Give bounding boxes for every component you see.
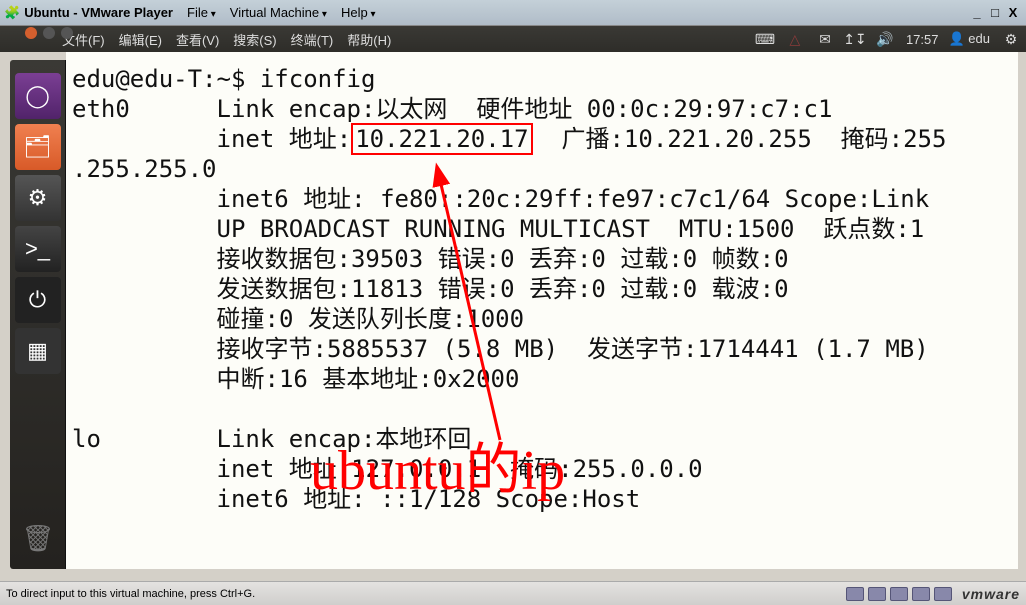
- keyboard-icon[interactable]: ⌨: [756, 30, 774, 48]
- menu-file[interactable]: File: [187, 5, 216, 20]
- output-line: 接收数据包:39503 错误:0 丢弃:0 过载:0 帧数:0: [72, 245, 789, 273]
- launcher-sidebar: ◯ 🗂 ⚙ >_ ⏻ ▦ 🗑: [10, 60, 66, 569]
- window-controls: [25, 27, 73, 39]
- gear-icon[interactable]: ⚙: [1002, 30, 1020, 48]
- minimize-button[interactable]: _: [968, 5, 986, 20]
- device-icon[interactable]: [846, 587, 864, 601]
- volume-icon[interactable]: 🔊: [876, 30, 894, 48]
- device-icon[interactable]: [912, 587, 930, 601]
- window-close-dot[interactable]: [25, 27, 37, 39]
- maximize-button[interactable]: □: [986, 5, 1004, 20]
- output-line: inet6 地址: ::1/128 Scope:Host: [72, 485, 640, 513]
- window-max-dot[interactable]: [61, 27, 73, 39]
- prompt: edu@edu-T:~$: [72, 65, 260, 93]
- mail-icon[interactable]: ✉: [816, 30, 834, 48]
- output-line: 接收字节:5885537 (5.8 MB) 发送字节:1714441 (1.7 …: [72, 335, 929, 363]
- ubuntu-menu-help[interactable]: 帮助(H): [347, 30, 391, 49]
- settings-icon[interactable]: ⚙: [15, 175, 61, 221]
- ubuntu-menu-search[interactable]: 搜索(S): [233, 30, 276, 49]
- status-hint: To direct input to this virtual machine,…: [6, 588, 255, 600]
- network-icon[interactable]: ↥↧: [846, 30, 864, 48]
- ubuntu-menu-terminal[interactable]: 终端(T): [291, 30, 334, 49]
- ubuntu-menu-edit[interactable]: 编辑(E): [119, 30, 162, 49]
- menu-virtual-machine[interactable]: Virtual Machine: [230, 5, 327, 20]
- trash-icon[interactable]: 🗑: [15, 515, 61, 561]
- output-line: 中断:16 基本地址:0x2000: [72, 365, 519, 393]
- device-icon[interactable]: [890, 587, 908, 601]
- device-icon[interactable]: [868, 587, 886, 601]
- output-line: inet 地址:127.0.0.1 掩码:255.0.0.0: [72, 455, 703, 483]
- highlighted-ip: 10.221.20.17: [351, 123, 532, 155]
- output-line: 广播:10.221.20.255 掩码:255: [533, 125, 947, 153]
- command: ifconfig: [260, 65, 376, 93]
- ubuntu-menubar: 文件(F) 编辑(E) 查看(V) 搜索(S) 终端(T) 帮助(H) ⌨ △ …: [0, 26, 1026, 52]
- vmware-statusbar: To direct input to this virtual machine,…: [0, 581, 1026, 605]
- output-line: 碰撞:0 发送队列长度:1000: [72, 305, 524, 333]
- user-menu[interactable]: 👤 edu: [948, 31, 990, 47]
- terminal-output[interactable]: edu@edu-T:~$ ifconfig eth0 Link encap:以太…: [66, 52, 1018, 569]
- close-button[interactable]: X: [1004, 5, 1022, 20]
- output-line: UP BROADCAST RUNNING MULTICAST MTU:1500 …: [72, 215, 924, 243]
- ubuntu-menu-view[interactable]: 查看(V): [176, 30, 219, 49]
- vmware-brand: vmware: [962, 586, 1020, 602]
- workspace-icon[interactable]: ▦: [15, 328, 61, 374]
- window-min-dot[interactable]: [43, 27, 55, 39]
- window-title: Ubuntu - VMware Player: [24, 5, 173, 20]
- menu-help[interactable]: Help: [341, 5, 376, 20]
- files-icon[interactable]: 🗂: [15, 124, 61, 170]
- terminal-icon[interactable]: >_: [15, 226, 61, 272]
- output-line: eth0 Link encap:以太网 硬件地址 00:0c:29:97:c7:…: [72, 95, 832, 123]
- clock[interactable]: 17:57: [906, 32, 939, 47]
- output-line: .255.255.0: [72, 155, 217, 183]
- warning-icon[interactable]: △: [786, 30, 804, 48]
- output-line: inet 地址:: [72, 125, 351, 153]
- output-line: 发送数据包:11813 错误:0 丢弃:0 过载:0 载波:0: [72, 275, 789, 303]
- disk-icon[interactable]: ⏻: [15, 277, 61, 323]
- output-line: inet6 地址: fe80::20c:29ff:fe97:c7c1/64 Sc…: [72, 185, 929, 213]
- output-line: lo Link encap:本地环回: [72, 425, 471, 453]
- dash-icon[interactable]: ◯: [15, 73, 61, 119]
- device-icon[interactable]: [934, 587, 952, 601]
- vmware-icon: 🧩: [4, 5, 20, 21]
- vmware-titlebar: 🧩 Ubuntu - VMware Player File Virtual Ma…: [0, 0, 1026, 26]
